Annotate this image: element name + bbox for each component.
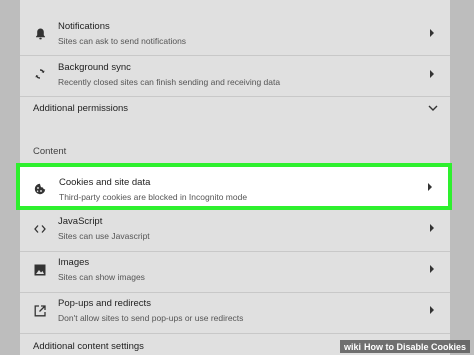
popups-title: Pop-ups and redirects [58, 298, 151, 309]
notifications-title: Notifications [58, 21, 110, 32]
popups-subtitle: Don't allow sites to send pop-ups or use… [58, 313, 244, 323]
background-sync-row[interactable]: Background sync Recently closed sites ca… [20, 58, 450, 92]
images-subtitle: Sites can show images [58, 272, 145, 282]
chevron-right-icon [430, 265, 434, 273]
additional-permissions-row[interactable]: Additional permissions [20, 97, 450, 121]
notifications-subtitle: Sites can ask to send notifications [58, 36, 187, 46]
open-in-new-icon [33, 304, 47, 318]
watermark-title: How to Disable Cookies [363, 341, 466, 352]
additional-permissions-label: Additional permissions [33, 103, 129, 114]
chevron-right-icon [430, 70, 434, 78]
image-icon [33, 263, 47, 277]
divider [20, 333, 450, 334]
images-title: Images [58, 257, 90, 268]
chevron-down-icon [428, 105, 438, 111]
bell-icon [33, 27, 47, 41]
javascript-subtitle: Sites can use Javascript [58, 231, 150, 241]
background-sync-title: Background sync [58, 62, 131, 73]
sync-icon [33, 67, 47, 81]
cookies-title: Cookies and site data [59, 177, 151, 188]
background-sync-subtitle: Recently closed sites can finish sending… [58, 77, 281, 87]
chevron-right-icon [430, 224, 434, 232]
watermark-wiki: wiki [343, 341, 361, 352]
javascript-row[interactable]: JavaScript Sites can use Javascript [20, 212, 450, 246]
images-row[interactable]: Images Sites can show images [20, 253, 450, 287]
additional-content-settings-label[interactable]: Additional content settings [33, 341, 144, 352]
content-section-header: Content [33, 146, 67, 157]
javascript-title: JavaScript [58, 216, 103, 227]
divider [20, 55, 450, 56]
popups-row[interactable]: Pop-ups and redirects Don't allow sites … [20, 294, 450, 328]
wikihow-watermark: wiki How to Disable Cookies [339, 340, 470, 353]
divider [20, 251, 450, 252]
code-icon [33, 222, 47, 236]
chevron-right-icon [430, 306, 434, 314]
cookie-icon [34, 182, 46, 195]
chevron-right-icon [428, 183, 432, 191]
chevron-right-icon [430, 29, 434, 37]
cookies-row[interactable]: Cookies and site data Third-party cookie… [16, 163, 452, 210]
divider [20, 292, 450, 293]
notifications-row[interactable]: Notifications Sites can ask to send noti… [20, 17, 450, 51]
cookies-subtitle: Third-party cookies are blocked in Incog… [59, 192, 248, 202]
